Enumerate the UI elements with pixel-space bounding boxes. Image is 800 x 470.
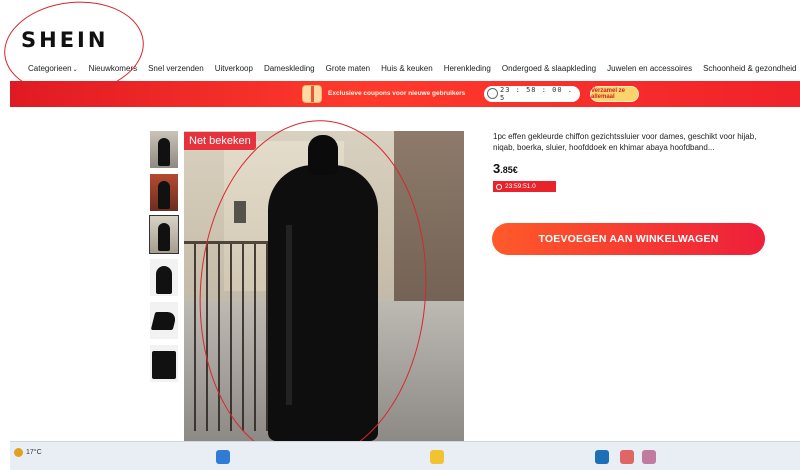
nav-plus-size[interactable]: Grote maten (326, 64, 370, 73)
nav-underwear[interactable]: Ondergoed & slaapkleding (502, 64, 596, 73)
building-window (234, 201, 246, 223)
price-rest: .85€ (500, 165, 518, 175)
main-product-image[interactable] (184, 131, 464, 441)
recently-viewed-badge: Net bekeken (184, 132, 256, 150)
thumbnail-4[interactable] (150, 259, 178, 296)
weather-icon (14, 448, 23, 457)
thumbnail-3[interactable] (149, 215, 179, 254)
app-icon[interactable] (620, 450, 634, 464)
nav-jewelry[interactable]: Juwelen en accessoires (607, 64, 692, 73)
banner-timer-value: 23 : 58 : 00 . 5 (500, 86, 574, 102)
folder-icon[interactable] (430, 450, 444, 464)
thumbnail-6[interactable] (150, 345, 178, 382)
model-figure (268, 135, 378, 441)
abaya-robe (268, 165, 378, 441)
os-taskbar: 17°C (10, 441, 800, 470)
thumbnail-figure (156, 266, 172, 294)
product-title: 1pc effen gekleurde chiffon gezichtsslui… (493, 132, 757, 152)
thumbnail-figure (152, 351, 176, 379)
banner-timer: 23 : 58 : 00 . 5 (484, 86, 580, 102)
clock-icon (487, 88, 498, 99)
robe-trim (286, 225, 292, 405)
nav-men[interactable]: Herenkleding (444, 64, 491, 73)
niqab-veil (308, 135, 338, 175)
nav-sale[interactable]: Uitverkoop (215, 64, 253, 73)
nav-beauty[interactable]: Schoonheid & gezondheid (703, 64, 796, 73)
shein-logo[interactable]: SHEIN (21, 28, 108, 52)
nav-new-arrivals[interactable]: Nieuwkomers (89, 64, 137, 73)
claim-coupons-button[interactable]: Verzamel ze allemaal (590, 86, 639, 102)
deal-countdown: 23:59:51.0 (493, 181, 556, 192)
app-icon[interactable] (642, 450, 656, 464)
banner-text: Exclusieve coupons voor nieuwe gebruiker… (328, 90, 466, 97)
nav-home-kitchen[interactable]: Huis & keuken (381, 64, 433, 73)
thumbnail-figure (158, 223, 170, 251)
add-to-cart-button[interactable]: TOEVOEGEN AAN WINKELWAGEN (492, 223, 765, 255)
nav-women[interactable]: Dameskleding (264, 64, 315, 73)
thumbnail-figure (150, 312, 178, 330)
thumbnail-5[interactable] (150, 302, 178, 339)
nav-categories[interactable]: Categorieen⌄ (28, 64, 78, 73)
thumbnail-figure (158, 138, 170, 166)
chevron-down-icon: ⌄ (72, 67, 78, 73)
thumbnail-figure (158, 181, 170, 209)
thumbnail-2[interactable] (150, 174, 178, 211)
weather-temperature: 17°C (26, 449, 42, 456)
gift-icon (302, 85, 322, 103)
thumbnail-1[interactable] (150, 131, 178, 168)
clock-icon (496, 183, 502, 190)
deal-countdown-value: 23:59:51.0 (505, 183, 536, 190)
windows-start-icon[interactable] (216, 450, 230, 464)
stair-railing (184, 241, 274, 431)
nav-categories-label: Categorieen (28, 64, 72, 73)
main-nav: Categorieen⌄ Nieuwkomers Snel verzenden … (28, 64, 797, 73)
app-icon[interactable] (595, 450, 609, 464)
nav-fast-shipping[interactable]: Snel verzenden (148, 64, 204, 73)
product-price: 3.85€ (493, 161, 518, 176)
promo-banner[interactable]: Exclusieve coupons voor nieuwe gebruiker… (10, 81, 800, 107)
weather-widget[interactable]: 17°C (14, 448, 42, 457)
